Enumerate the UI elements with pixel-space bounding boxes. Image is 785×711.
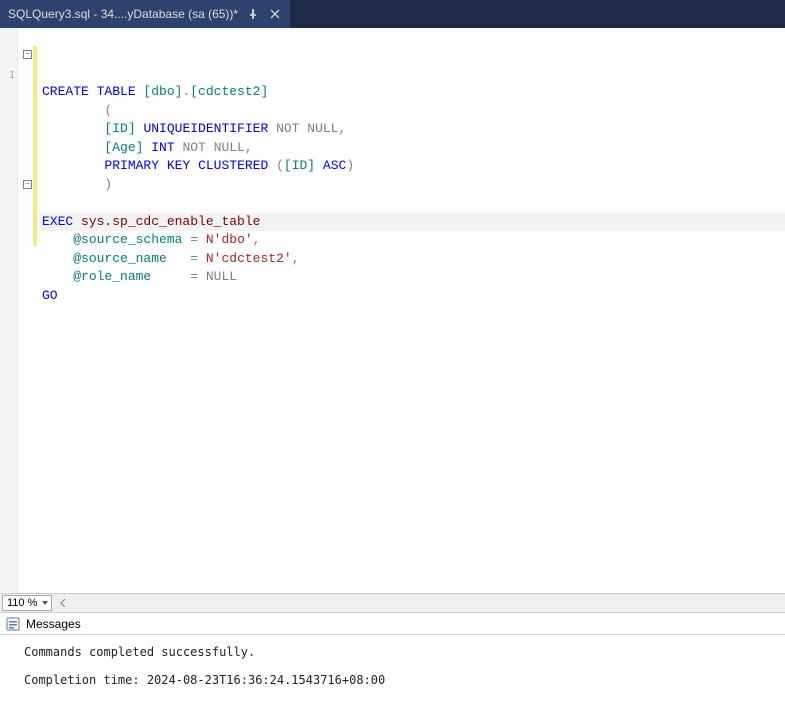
code-line: GO bbox=[42, 287, 785, 306]
code-line: PRIMARY KEY CLUSTERED ([ID] ASC) bbox=[42, 157, 785, 176]
code-line: ) bbox=[42, 176, 785, 195]
zoom-select[interactable]: 110 % bbox=[2, 595, 52, 611]
messages-tab[interactable]: Messages bbox=[0, 613, 785, 635]
pin-icon[interactable] bbox=[246, 7, 260, 21]
scroll-left-icon[interactable] bbox=[56, 596, 70, 610]
change-indicator bbox=[33, 46, 37, 246]
code-line: @source_name = N'cdctest2', bbox=[42, 250, 785, 269]
messages-body[interactable]: Commands completed successfully. Complet… bbox=[0, 635, 785, 711]
code-line bbox=[42, 194, 785, 213]
messages-icon bbox=[6, 617, 20, 631]
tab-title: SQLQuery3.sql - 34....yDatabase (sa (65)… bbox=[8, 7, 238, 21]
code-line: ( bbox=[42, 102, 785, 121]
fold-toggle-icon[interactable] bbox=[23, 50, 32, 59]
code-line: @role_name = NULL bbox=[42, 268, 785, 287]
linenum-1: 1 bbox=[9, 70, 15, 81]
fold-toggle-icon[interactable] bbox=[23, 180, 32, 189]
document-tab[interactable]: SQLQuery3.sql - 34....yDatabase (sa (65)… bbox=[0, 0, 291, 28]
code-line: CREATE TABLE [dbo].[cdctest2] bbox=[42, 83, 785, 102]
code-editor[interactable]: CREATE TABLE [dbo].[cdctest2] ( [ID] UNI… bbox=[40, 28, 785, 593]
editor-wrap: 1 CREATE TABLE [dbo].[cdctest2] ( [ID] U… bbox=[0, 28, 785, 711]
close-icon[interactable] bbox=[268, 7, 282, 21]
code-line: [Age] INT NOT NULL, bbox=[42, 139, 785, 158]
zoom-bar: 110 % bbox=[0, 593, 785, 613]
messages-line-2: Completion time: 2024-08-23T16:36:24.154… bbox=[24, 673, 785, 687]
editor-area: 1 CREATE TABLE [dbo].[cdctest2] ( [ID] U… bbox=[0, 28, 785, 593]
messages-tab-label: Messages bbox=[26, 617, 81, 631]
messages-line-1: Commands completed successfully. bbox=[24, 645, 785, 659]
code-line: @source_schema = N'dbo', bbox=[42, 231, 785, 250]
line-number-margin: 1 bbox=[0, 28, 18, 593]
fold-gutter bbox=[18, 28, 40, 593]
code-line: [ID] UNIQUEIDENTIFIER NOT NULL, bbox=[42, 120, 785, 139]
tab-bar: SQLQuery3.sql - 34....yDatabase (sa (65)… bbox=[0, 0, 785, 28]
code-line: EXEC sys.sp_cdc_enable_table bbox=[42, 213, 785, 232]
zoom-value: 110 % bbox=[7, 597, 37, 609]
